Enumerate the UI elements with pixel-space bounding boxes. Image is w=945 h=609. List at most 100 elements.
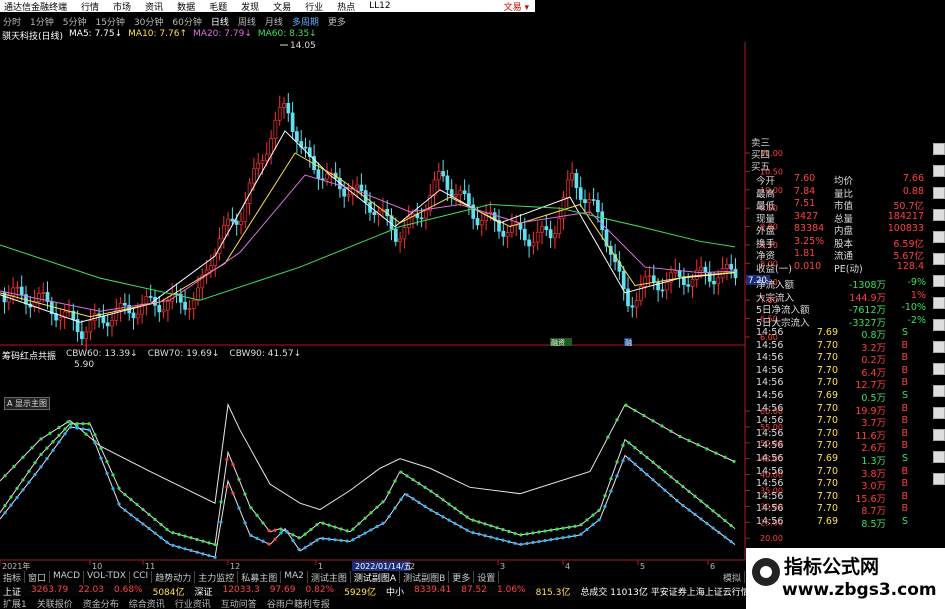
indicator-dot bbox=[723, 535, 727, 539]
indicator-dot bbox=[39, 437, 43, 441]
quote-row: 现量 3427 总量 184217 bbox=[756, 211, 928, 225]
tab[interactable]: VOL-TDX bbox=[84, 571, 130, 583]
indicator-dot bbox=[573, 524, 577, 528]
tab[interactable]: 主力监控 bbox=[195, 571, 239, 583]
tick-p: 7.70 bbox=[816, 377, 838, 389]
tick-row: 14:56 7.70 12.7万 B bbox=[756, 377, 928, 391]
side-tool-icon[interactable] bbox=[933, 275, 945, 287]
indicator-dot bbox=[291, 533, 295, 537]
candle-body bbox=[6, 295, 11, 303]
indicator-dot bbox=[357, 534, 361, 539]
tab[interactable]: 指标 bbox=[0, 571, 26, 583]
side-tool-icon[interactable] bbox=[933, 429, 945, 441]
index-name[interactable]: 深证 bbox=[195, 585, 213, 596]
candle-body bbox=[252, 168, 256, 184]
tab-selected[interactable]: 测试副图A bbox=[351, 571, 401, 583]
candle-body bbox=[600, 211, 605, 231]
indicator-dot bbox=[3, 511, 7, 515]
index-amount: 815.3亿 bbox=[535, 588, 571, 596]
indicator-dot bbox=[678, 434, 682, 439]
index-name[interactable]: 中小 bbox=[386, 585, 404, 596]
candle-body bbox=[634, 300, 639, 308]
side-tool-icon[interactable] bbox=[933, 451, 945, 463]
status-item[interactable]: 谷雨户籍利专报 bbox=[267, 597, 330, 609]
candle-body bbox=[11, 287, 15, 296]
side-tool-icon[interactable] bbox=[933, 165, 945, 177]
tick-t: 14:56 bbox=[756, 453, 784, 464]
side-tool-icon[interactable] bbox=[933, 407, 945, 419]
indicator-dot bbox=[375, 505, 379, 509]
index-name[interactable]: 上证 bbox=[3, 585, 21, 596]
indicator-dot bbox=[507, 529, 511, 534]
tick-s: S bbox=[901, 390, 908, 401]
status-item[interactable]: 扩展1 bbox=[3, 597, 27, 609]
status-item[interactable]: 行业资讯 bbox=[175, 597, 211, 609]
side-tool-icon[interactable] bbox=[933, 209, 945, 221]
tick-p: 7.70 bbox=[816, 478, 838, 490]
side-tool-icon[interactable] bbox=[933, 187, 945, 199]
indicator-dot bbox=[159, 522, 163, 526]
side-tool-icon[interactable] bbox=[933, 385, 945, 397]
candle-body bbox=[522, 228, 527, 241]
quote-l: 换手 bbox=[756, 238, 776, 250]
candle-body bbox=[325, 173, 329, 180]
side-tool-icon[interactable] bbox=[933, 473, 945, 485]
indicator-dot bbox=[261, 539, 265, 543]
quote-l: 外盘 bbox=[756, 226, 776, 237]
indicator-dot bbox=[561, 536, 565, 540]
indicator-dot bbox=[501, 528, 505, 532]
candle-body bbox=[501, 230, 506, 237]
indicator-dot bbox=[711, 526, 715, 530]
indicator-tag[interactable]: A 显示主图 bbox=[4, 397, 51, 410]
side-tool-icon[interactable] bbox=[933, 363, 945, 375]
tab[interactable]: MACD bbox=[50, 571, 85, 583]
indicator-dot bbox=[732, 459, 736, 464]
tab[interactable]: MA2 bbox=[281, 571, 308, 583]
status-item[interactable]: 关联报价 bbox=[37, 597, 73, 609]
side-tool-icon[interactable] bbox=[933, 297, 945, 309]
tab[interactable]: 私募主图 bbox=[238, 571, 282, 583]
candle-body bbox=[651, 275, 656, 283]
status-item[interactable]: 互动问答 bbox=[221, 597, 257, 609]
candle-body bbox=[733, 268, 738, 279]
side-tool-icon[interactable] bbox=[933, 143, 945, 155]
tick-s: B bbox=[901, 415, 908, 427]
indicator-dot bbox=[66, 420, 70, 424]
tick-p: 7.69 bbox=[816, 453, 838, 464]
tab-more[interactable]: 更多 bbox=[449, 571, 475, 583]
tab[interactable]: 测试主图 bbox=[308, 571, 351, 583]
indicator-dot bbox=[327, 523, 331, 527]
indicator-dot bbox=[501, 538, 505, 542]
indicator-dot bbox=[447, 502, 451, 506]
side-tool-icon[interactable] bbox=[933, 341, 945, 353]
module-label[interactable]: 模拟 bbox=[720, 571, 745, 583]
candle-body bbox=[664, 281, 669, 291]
tab-settings[interactable]: 设置 bbox=[474, 571, 500, 583]
tab[interactable]: 趋势动力 bbox=[152, 571, 196, 583]
indicator-dot bbox=[267, 528, 271, 533]
flow-p: 1% bbox=[910, 289, 926, 301]
status-item[interactable]: 资金分布 bbox=[83, 597, 119, 609]
side-tool-icon[interactable] bbox=[933, 319, 945, 331]
indicator-dot bbox=[693, 494, 697, 498]
side-tool-icon[interactable] bbox=[933, 253, 945, 265]
trading-terminal: 通达信金融终端 行情 市场 资讯 数据 毛题 发现 文易 行业 热点 LL12 … bbox=[0, 0, 945, 609]
cbw90-label: CBW90: 41.57↓ bbox=[229, 349, 302, 359]
indicator-dot bbox=[714, 451, 718, 455]
candle-body bbox=[557, 218, 562, 235]
indicator-dot bbox=[609, 489, 613, 493]
status-item[interactable]: 综合资讯 bbox=[129, 597, 165, 609]
indicator-dot bbox=[375, 525, 379, 529]
cbw60-label: CBW60: 13.39↓ bbox=[66, 349, 138, 359]
side-tool-icon[interactable] bbox=[933, 231, 945, 243]
tab[interactable]: CCI bbox=[130, 571, 153, 583]
indicator-dot bbox=[687, 439, 691, 443]
tick-p: 7.70 bbox=[816, 402, 838, 414]
candle-body bbox=[458, 190, 463, 195]
indicator-dot bbox=[129, 497, 133, 502]
index-amount: 5929亿 bbox=[344, 588, 376, 596]
quote-v2: 6.59亿 bbox=[893, 238, 924, 250]
tab[interactable]: 测试副图B bbox=[400, 571, 450, 583]
indicator-dot bbox=[51, 440, 55, 444]
tab[interactable]: 窗口 bbox=[25, 571, 51, 583]
